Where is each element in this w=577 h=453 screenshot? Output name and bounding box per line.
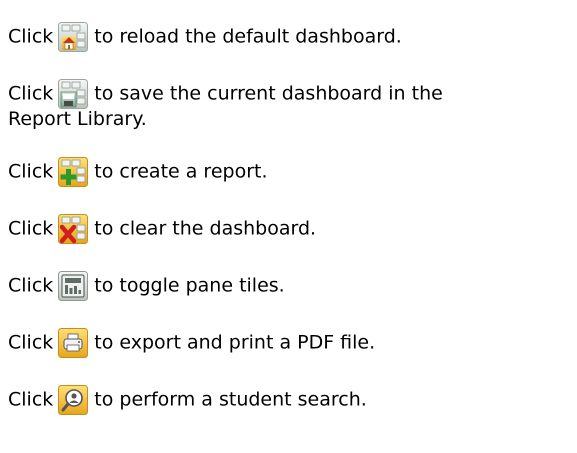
instruction-line-create-report: Click to create a report. bbox=[8, 155, 268, 187]
instruction-text: to toggle pane tiles. bbox=[94, 274, 285, 297]
instruction-text: to clear the dashboard. bbox=[94, 217, 317, 240]
click-label: Click bbox=[8, 217, 54, 240]
dashboard-home-icon[interactable] bbox=[58, 21, 89, 52]
help-document: { "lines": [ { "click": "Click", "icon":… bbox=[0, 0, 577, 453]
instruction-line-clear: Click to clear the dashboard. bbox=[8, 212, 316, 244]
click-label: Click bbox=[8, 388, 54, 411]
click-label: Click bbox=[8, 331, 54, 354]
instruction-line-student-search: Click to perform a student search. bbox=[8, 383, 367, 415]
click-label: Click bbox=[8, 82, 54, 105]
dashboard-save-icon[interactable] bbox=[58, 78, 89, 109]
student-search-icon[interactable] bbox=[58, 384, 89, 415]
instruction-text: to reload the default dashboard. bbox=[94, 25, 402, 48]
click-label: Click bbox=[8, 274, 54, 297]
instruction-line-print: Click to export and print a PDF file. bbox=[8, 326, 375, 358]
print-icon[interactable] bbox=[58, 327, 89, 358]
click-label: Click bbox=[8, 160, 54, 183]
dashboard-add-icon[interactable] bbox=[58, 156, 89, 187]
instruction-line-toggle-tiles: Click to toggle pane tiles. bbox=[8, 269, 285, 301]
dashboard-clear-icon[interactable] bbox=[58, 213, 89, 244]
instruction-text: to export and print a PDF file. bbox=[94, 331, 376, 354]
instruction-line-reload: Click to reload the default dashboard. bbox=[8, 20, 402, 52]
click-label: Click bbox=[8, 25, 54, 48]
toggle-tiles-icon[interactable] bbox=[58, 270, 89, 301]
instruction-line-save: Click to save the current dashboard in t… bbox=[8, 77, 443, 109]
instruction-text: to create a report. bbox=[94, 160, 268, 183]
instruction-text: to save the current dashboard in the bbox=[94, 82, 443, 105]
instruction-text: to perform a student search. bbox=[94, 388, 367, 411]
instruction-text-continued: Report Library. bbox=[8, 108, 147, 130]
